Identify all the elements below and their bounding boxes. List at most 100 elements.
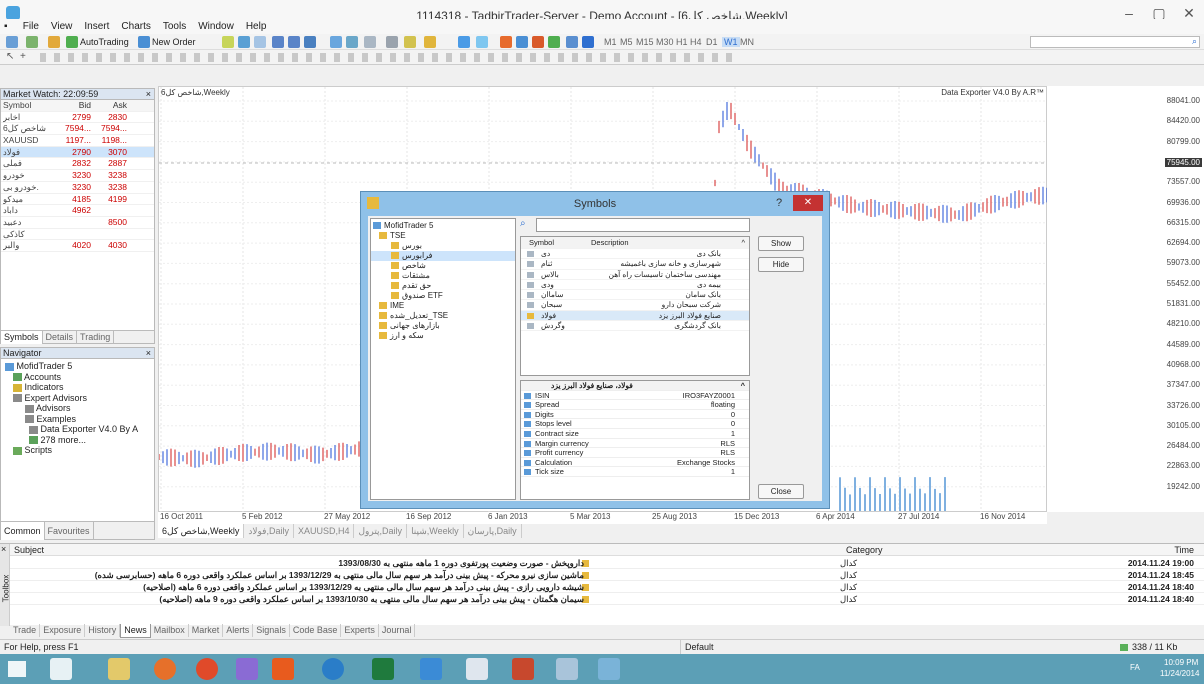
excel-icon[interactable] [372, 658, 394, 680]
vlc-icon[interactable] [272, 658, 294, 680]
tf-mn[interactable]: MN [740, 37, 754, 47]
chart-tab-1[interactable]: شاخص کل6,Weekly [158, 524, 245, 538]
market-watch-row[interactable]: والبر 4020 4030 [1, 240, 154, 252]
tab-details[interactable]: Details [43, 331, 78, 344]
tree-node[interactable]: مشتقات [371, 271, 515, 281]
property-row[interactable]: Calculation Exchange Stocks [521, 458, 749, 468]
tf-m5[interactable]: M5 [620, 37, 633, 47]
templates-icon[interactable] [404, 36, 416, 48]
bar-chart-icon[interactable] [222, 36, 234, 48]
windows-start-icon[interactable] [8, 661, 26, 677]
tf-w1[interactable]: W1 [722, 37, 740, 47]
menu-insert[interactable]: Insert [78, 19, 115, 34]
market-watch-row[interactable]: شاخص کل6 7594... 7594... [1, 123, 154, 136]
menu-tools[interactable]: Tools [157, 19, 192, 34]
menu-help[interactable]: Help [240, 19, 273, 34]
market-watch-row[interactable]: فولاد 2790 3070 [1, 146, 154, 159]
close-icon[interactable]: × [146, 348, 151, 359]
symbol-row[interactable]: فولاد صنایع فولاد البرز یزد [521, 310, 749, 322]
objects-icon[interactable] [424, 36, 436, 48]
scroll-up-icon[interactable]: ^ [741, 381, 745, 391]
tf-h1[interactable]: H1 [676, 37, 688, 47]
news-row[interactable]: ماشین سازی نیرو محرکه - پیش بینی درآمد ه… [10, 569, 1204, 581]
market-watch-row[interactable]: خودرو 3230 3238 [1, 170, 154, 182]
tab-signals[interactable]: Signals [253, 624, 290, 637]
tree-node[interactable]: IME [371, 301, 515, 311]
firefox-icon[interactable] [154, 658, 176, 680]
properties-icon[interactable] [458, 36, 470, 48]
profiles-icon[interactable] [26, 36, 38, 48]
indicators-icon[interactable] [364, 36, 376, 48]
col-subject[interactable]: Subject [14, 544, 44, 556]
text-icon[interactable] [566, 36, 578, 48]
market-watch-row[interactable]: داباد 4962 [1, 205, 154, 217]
new-order-button[interactable]: New Order [152, 37, 196, 47]
chrome-icon[interactable] [196, 658, 218, 680]
menu-view[interactable]: View [45, 19, 79, 34]
chart-tab-3[interactable]: XAUUSD,H4 [294, 524, 355, 538]
close-icon[interactable]: × [1, 544, 6, 554]
file-explorer-icon[interactable] [108, 658, 130, 680]
tab-alerts[interactable]: Alerts [223, 624, 254, 637]
tree-node[interactable]: تعدیل_شده_TSE [371, 311, 515, 321]
chart-tab-5[interactable]: شپنا,Weekly [407, 524, 464, 538]
property-row[interactable]: Contract size 1 [521, 429, 749, 439]
chart-tab-6[interactable]: پارسان,Daily [464, 524, 522, 538]
search-input[interactable]: ⌕ [1030, 36, 1200, 48]
tf-m1[interactable]: M1 [604, 37, 617, 47]
tab-experts[interactable]: Experts [341, 624, 379, 637]
market-watch-row[interactable]: میدکو 4185 4199 [1, 194, 154, 206]
dialog-close-btn[interactable]: Close [758, 484, 804, 499]
nav-scripts[interactable]: Scripts [1, 445, 154, 456]
menu-window[interactable]: Window [192, 19, 240, 34]
tab-favourites[interactable]: Favourites [45, 522, 94, 540]
tree-node[interactable]: سکه و ارز [371, 331, 515, 341]
chart-shift-icon[interactable] [346, 36, 358, 48]
menu-app-icon[interactable]: ▪ [0, 19, 14, 34]
drawing-tools-strip[interactable] [40, 53, 740, 62]
market-watch-row[interactable]: کاذکی [1, 229, 154, 241]
tab-common[interactable]: Common [1, 522, 45, 540]
tf-h4[interactable]: H4 [690, 37, 702, 47]
tab-trading[interactable]: Trading [77, 331, 115, 344]
col-category[interactable]: Category [846, 544, 883, 556]
property-row[interactable]: Profit currency RLS [521, 448, 749, 458]
news-row[interactable]: سیمان هگمتان - پیش بینی درآمد هر سهم سال… [10, 593, 1204, 605]
nav-root[interactable]: MofidTrader 5 [1, 361, 154, 372]
market-watch-row[interactable]: اخابر 2799 2830 [1, 112, 154, 124]
market-watch-row[interactable]: خودرو بی. 3230 3238 [1, 182, 154, 194]
language-indicator[interactable]: FA [1130, 663, 1140, 672]
line-chart-icon[interactable] [254, 36, 266, 48]
trendline-icon[interactable] [516, 36, 528, 48]
scroll-up-icon[interactable]: ^ [741, 237, 745, 249]
periods-icon[interactable] [386, 36, 398, 48]
tree-node[interactable]: حق تقدم [371, 281, 515, 291]
metatrader-icon[interactable] [420, 658, 442, 680]
tree-node[interactable]: فرابورس [371, 251, 515, 261]
candlestick-icon[interactable] [238, 36, 250, 48]
property-row[interactable]: Margin currency RLS [521, 439, 749, 449]
new-order-icon[interactable] [138, 36, 150, 48]
notepad-icon[interactable] [466, 658, 488, 680]
show-button[interactable]: Show [758, 236, 804, 251]
market-watch-icon[interactable] [48, 36, 60, 48]
equidistant-icon[interactable] [548, 36, 560, 48]
col-time[interactable]: Time [1174, 544, 1194, 556]
help-button[interactable]: ? [769, 196, 789, 210]
crosshair-tool-icon[interactable]: + [20, 51, 26, 62]
symbol-row[interactable]: بالاس مهندسی ساختمان تاسیسات راه آهن [521, 270, 749, 280]
autotrading-icon[interactable] [66, 36, 78, 48]
clock-time[interactable]: 10:09 PM [1164, 658, 1198, 667]
powerpoint-icon[interactable] [512, 658, 534, 680]
tree-node[interactable]: TSE [371, 231, 515, 241]
zoom-in-icon[interactable] [272, 36, 284, 48]
search-icon[interactable]: ⌕ [520, 218, 526, 229]
clock-date[interactable]: 11/24/2014 [1160, 669, 1199, 678]
market-watch-row[interactable]: XAUUSD 1197... 1198... [1, 135, 154, 147]
tab-trade[interactable]: Trade [10, 624, 41, 637]
tree-node[interactable]: بازارهای جهانی [371, 321, 515, 331]
tab-code-base[interactable]: Code Base [290, 624, 342, 637]
nav-expert-advisors[interactable]: Expert Advisors [1, 393, 154, 404]
search-icon[interactable]: ⌕ [1192, 36, 1197, 47]
tile-windows-icon[interactable] [304, 36, 316, 48]
